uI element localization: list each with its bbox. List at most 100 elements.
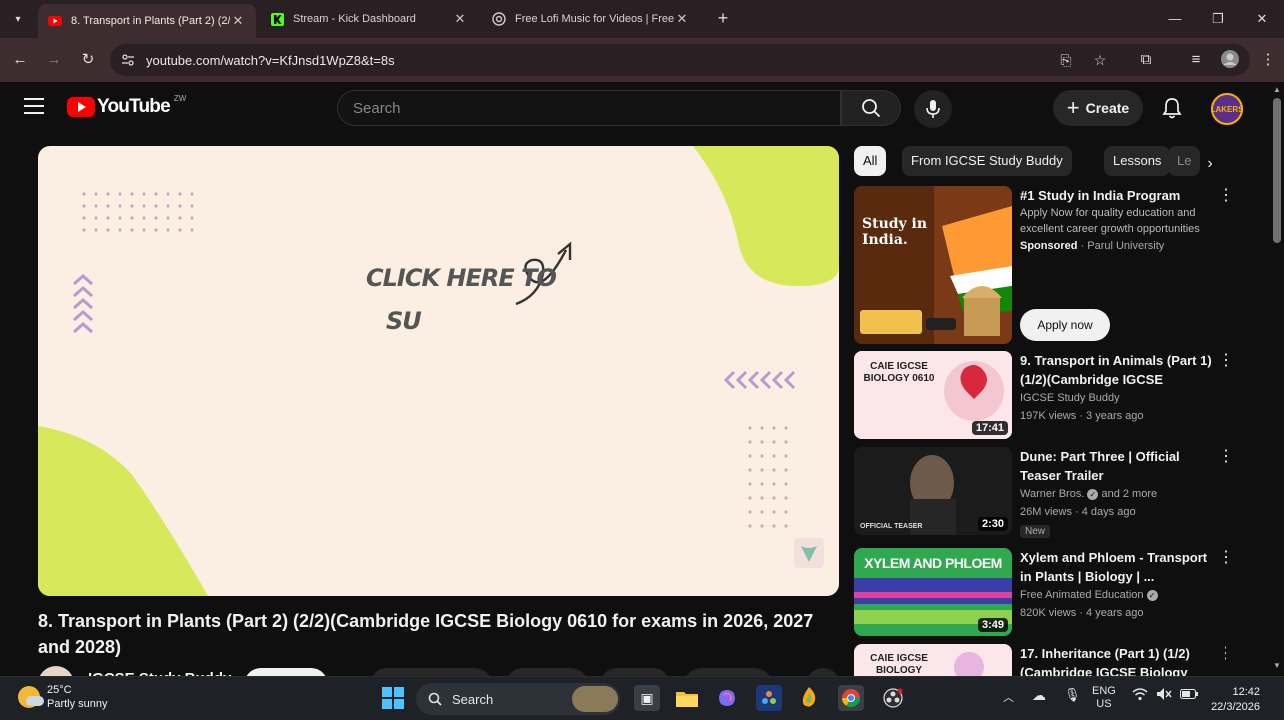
copilot-icon[interactable] xyxy=(714,685,740,711)
sponsored-ad[interactable]: Study in India. #1 Study in India Progra… xyxy=(854,186,1234,344)
profile-avatar-icon[interactable] xyxy=(1220,50,1240,70)
minimize-icon[interactable]: — xyxy=(1164,8,1186,30)
language-indicator[interactable]: ENG US xyxy=(1092,685,1116,711)
channel-name[interactable]: Free Animated Education xyxy=(1020,589,1144,601)
taskbar-clock[interactable]: 12:42 22/3/2026 xyxy=(1206,685,1260,715)
kick-favicon-icon xyxy=(270,12,284,26)
recommended-video[interactable]: OFFICIAL TEASER 2:30 Dune: Part Three | … xyxy=(854,447,1234,539)
tab-transport-in-plants[interactable]: 8. Transport in Plants (Part 2) (2/2 ✕ xyxy=(38,4,256,38)
video-title[interactable]: Dune: Part Three | Official Teaser Trail… xyxy=(1020,447,1212,485)
fl-studio-icon[interactable] xyxy=(796,685,822,711)
ad-title[interactable]: #1 Study in India Program xyxy=(1020,186,1212,205)
close-window-icon[interactable]: ✕ xyxy=(1251,8,1273,30)
recommended-video[interactable]: CAIE IGCSE BIOLOGY 17. Inheritance (Part… xyxy=(854,644,1226,676)
ad-description: Apply Now for quality education and exce… xyxy=(1020,207,1200,235)
video-title[interactable]: Xylem and Phloem - Transport in Plants |… xyxy=(1020,548,1212,586)
channel-extra: and 2 more xyxy=(1101,488,1158,500)
voice-search-button[interactable] xyxy=(914,90,952,128)
create-button[interactable]: + Create xyxy=(1053,90,1143,126)
close-tab-icon[interactable]: ✕ xyxy=(452,11,468,27)
video-thumbnail[interactable]: CAIE IGCSE BIOLOGY 0610 17:41 xyxy=(854,351,1012,439)
more-options-icon[interactable]: ⋮ xyxy=(1218,646,1226,662)
battery-icon[interactable] xyxy=(1180,689,1198,702)
media-controls-icon[interactable]: ≡ xyxy=(1186,50,1206,70)
show-hidden-icons-chevron-icon[interactable]: ︿ xyxy=(1003,689,1014,705)
more-options-icon[interactable]: ⋮ xyxy=(1218,449,1234,465)
forward-arrow-icon[interactable]: → xyxy=(44,50,64,70)
more-options-icon[interactable]: ⋮ xyxy=(1218,353,1234,369)
tab-lofi-music[interactable]: Free Lofi Music for Videos | Free ✕ xyxy=(482,4,700,34)
tab-search-icon[interactable]: ▾ xyxy=(6,8,30,30)
chevron-right-icon[interactable]: › xyxy=(1198,152,1222,176)
time: 12:42 xyxy=(1232,686,1260,698)
video-title[interactable]: 17. Inheritance (Part 1) (1/2) (Cambridg… xyxy=(1020,644,1212,676)
create-label: Create xyxy=(1085,100,1130,116)
close-tab-icon[interactable]: ✕ xyxy=(230,13,246,29)
scroll-thumb[interactable] xyxy=(1273,98,1281,243)
search-highlight-image xyxy=(572,686,618,712)
tab-title: Stream - Kick Dashboard xyxy=(293,13,416,25)
taskbar-search[interactable]: Search xyxy=(416,683,620,715)
menu-hamburger-icon[interactable] xyxy=(24,98,44,114)
chrome-menu-icon[interactable]: ⋮ xyxy=(1258,50,1278,70)
new-tab-plus-icon[interactable]: + xyxy=(712,8,734,30)
recommended-video[interactable]: XYLEM AND PHLOEM 3:49 Xylem and Phloem -… xyxy=(854,548,1234,638)
windows-start-icon[interactable] xyxy=(380,685,406,711)
chrome-icon[interactable] xyxy=(838,685,864,711)
channel-name[interactable]: Warner Bros. xyxy=(1020,488,1084,500)
taskbar-search-label: Search xyxy=(452,691,494,707)
extensions-puzzle-icon[interactable]: ⧉ xyxy=(1136,50,1156,70)
microphone-tray-icon[interactable]: 🎙 xyxy=(1064,687,1081,703)
chip-all[interactable]: All xyxy=(854,146,887,176)
video-stats: 26M views · 4 days ago xyxy=(1020,506,1136,518)
channel-name[interactable]: IGCSE Study Buddy xyxy=(1020,389,1212,407)
youtube-wordmark: YouTube xyxy=(97,96,171,117)
reload-icon[interactable]: ↻ xyxy=(78,50,98,70)
date: 22/3/2026 xyxy=(1211,701,1260,713)
country-code: ZW xyxy=(173,93,187,103)
page-scrollbar[interactable]: ▲ ▼ xyxy=(1270,82,1284,676)
davinci-resolve-icon[interactable] xyxy=(756,685,782,711)
weather-widget[interactable]: 25°C Partly sunny xyxy=(18,683,108,711)
ad-thumbnail[interactable]: Study in India. xyxy=(854,186,1012,344)
more-options-icon[interactable]: ⋮ xyxy=(1218,550,1234,566)
install-app-icon[interactable]: ⎘ xyxy=(1056,50,1076,70)
video-title[interactable]: 9. Transport in Animals (Part 1) (1/2)(C… xyxy=(1020,351,1212,389)
microphone-icon xyxy=(926,100,940,118)
video-info: Dune: Part Three | Official Teaser Trail… xyxy=(1020,447,1212,539)
bookmark-star-icon[interactable]: ☆ xyxy=(1090,50,1110,70)
youtube-favicon-icon xyxy=(48,14,62,28)
video-player[interactable]: CLICK HERE TO SU xyxy=(38,146,839,596)
video-thumbnail[interactable]: OFFICIAL TEASER 2:30 xyxy=(854,447,1012,535)
onedrive-cloud-icon[interactable]: ☁ xyxy=(1032,687,1046,704)
volume-muted-icon[interactable] xyxy=(1156,687,1172,704)
weather-condition: Partly sunny xyxy=(47,698,108,710)
chip-partial[interactable]: Le xyxy=(1168,146,1201,176)
scroll-down-icon[interactable]: ▼ xyxy=(1273,662,1281,670)
obs-studio-icon[interactable] xyxy=(880,685,906,711)
account-avatar[interactable]: LAKERS xyxy=(1211,93,1243,125)
task-view-icon[interactable]: ▣ xyxy=(634,685,660,711)
close-tab-icon[interactable]: ✕ xyxy=(674,11,690,27)
back-arrow-icon[interactable]: ← xyxy=(10,50,30,70)
maximize-icon[interactable]: ❐ xyxy=(1207,8,1229,30)
youtube-logo[interactable]: YouTube ZW xyxy=(67,93,187,118)
video-info: 17. Inheritance (Part 1) (1/2) (Cambridg… xyxy=(1020,644,1212,676)
video-thumbnail[interactable]: CAIE IGCSE BIOLOGY xyxy=(854,644,1012,676)
search-input[interactable] xyxy=(353,99,840,117)
apply-now-button[interactable]: Apply now xyxy=(1020,309,1110,341)
address-bar[interactable]: youtube.com/watch?v=KfJnsd1WpZ8&t=8s ⎘ ☆ xyxy=(110,44,1250,76)
site-info-icon[interactable] xyxy=(114,46,142,74)
tab-kick-dashboard[interactable]: Stream - Kick Dashboard ✕ xyxy=(260,4,478,34)
video-thumbnail[interactable]: XYLEM AND PHLOEM 3:49 xyxy=(854,548,1012,636)
notifications-bell-icon[interactable] xyxy=(1158,94,1186,122)
recommended-video[interactable]: CAIE IGCSE BIOLOGY 0610 17:41 9. Transpo… xyxy=(854,351,1234,441)
wifi-icon[interactable] xyxy=(1132,687,1148,704)
scroll-up-icon[interactable]: ▲ xyxy=(1273,86,1281,94)
more-options-icon[interactable]: ⋮ xyxy=(1218,188,1234,204)
verified-check-icon: ✓ xyxy=(1087,488,1099,500)
chip-from-channel[interactable]: From IGCSE Study Buddy xyxy=(902,146,1072,176)
search-button[interactable] xyxy=(841,90,901,126)
file-explorer-icon[interactable] xyxy=(674,685,700,711)
chip-lessons[interactable]: Lessons xyxy=(1104,146,1171,176)
